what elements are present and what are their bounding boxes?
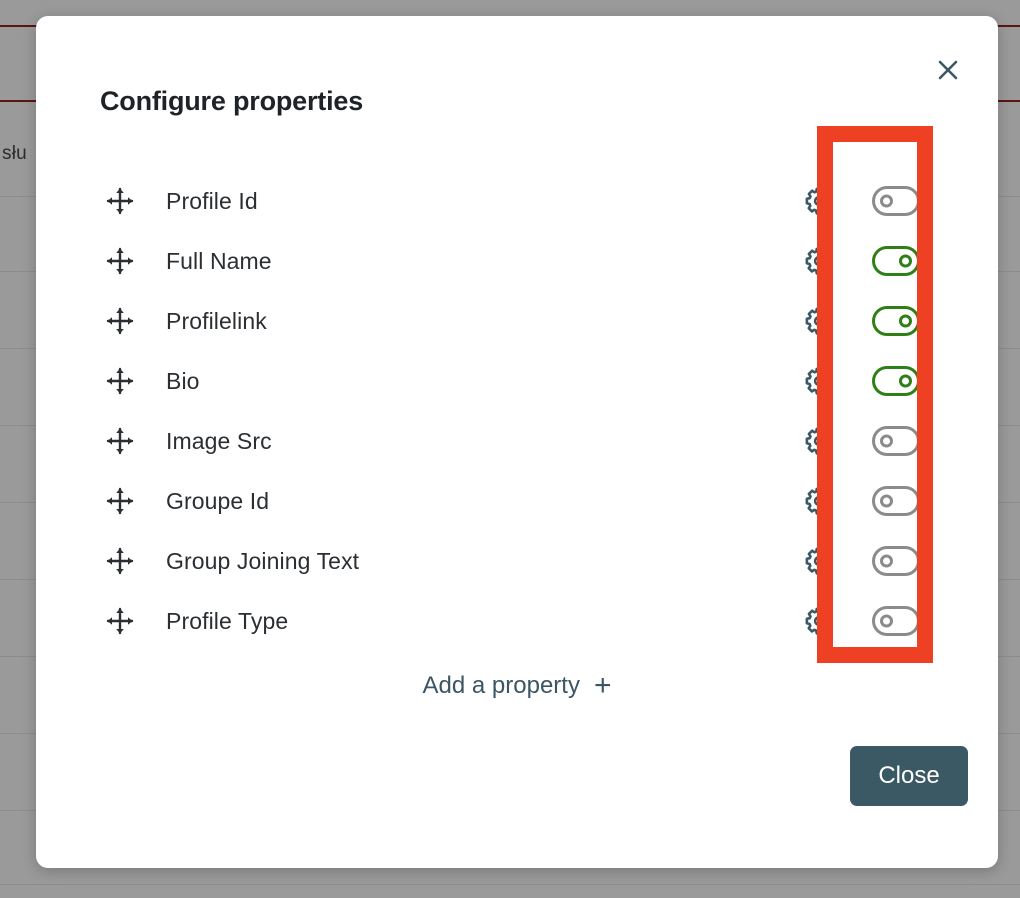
drag-handle-move-arrows-icon[interactable]: [100, 547, 140, 575]
property-list: Profile Id Full Name Profilelink Bio Image S…: [100, 171, 934, 651]
drag-handle-move-arrows-icon[interactable]: [100, 367, 140, 395]
property-label: Bio: [166, 367, 200, 394]
property-visibility-toggle[interactable]: [872, 186, 920, 216]
drag-handle-move-arrows-icon[interactable]: [100, 607, 140, 635]
drag-handle-move-arrows-icon[interactable]: [100, 487, 140, 515]
property-visibility-toggle[interactable]: [872, 246, 920, 276]
property-row: Profile Type: [100, 591, 934, 651]
close-button[interactable]: Close: [850, 746, 968, 806]
property-settings-gear-icon[interactable]: [800, 602, 838, 640]
configure-properties-dialog: Configure properties Profile Id Full Name…: [36, 16, 998, 868]
property-visibility-toggle[interactable]: [872, 546, 920, 576]
property-row: Group Joining Text: [100, 531, 934, 591]
property-row: Profile Id: [100, 171, 934, 231]
property-label: Groupe Id: [166, 487, 270, 514]
property-row: Profilelink: [100, 291, 934, 351]
close-x-button[interactable]: [928, 50, 968, 90]
property-label: Image Src: [166, 427, 272, 454]
toggle-knob: [880, 494, 893, 508]
property-visibility-toggle[interactable]: [872, 606, 920, 636]
dialog-title: Configure properties: [100, 86, 364, 116]
toggle-knob: [880, 614, 893, 628]
property-row: Bio: [100, 351, 934, 411]
property-visibility-toggle[interactable]: [872, 366, 920, 396]
screen: słu Configure properties Profile Id Full …: [0, 0, 1020, 898]
toggle-knob: [880, 554, 893, 568]
add-property-label: Add a property: [422, 672, 580, 699]
property-label: Full Name: [166, 247, 272, 274]
property-label: Profile Id: [166, 187, 258, 214]
background-row-divider: [0, 884, 1020, 885]
plus-icon: +: [593, 669, 612, 702]
property-settings-gear-icon[interactable]: [800, 542, 838, 580]
property-visibility-toggle[interactable]: [872, 426, 920, 456]
toggle-knob: [899, 254, 912, 268]
property-settings-gear-icon[interactable]: [800, 362, 838, 400]
property-visibility-toggle[interactable]: [872, 486, 920, 516]
property-visibility-toggle[interactable]: [872, 306, 920, 336]
drag-handle-move-arrows-icon[interactable]: [100, 247, 140, 275]
property-settings-gear-icon[interactable]: [800, 182, 838, 220]
property-settings-gear-icon[interactable]: [800, 302, 838, 340]
drag-handle-move-arrows-icon[interactable]: [100, 187, 140, 215]
drag-handle-move-arrows-icon[interactable]: [100, 427, 140, 455]
close-x-icon: [935, 57, 961, 83]
property-settings-gear-icon[interactable]: [800, 422, 838, 460]
add-property-button[interactable]: Add a property +: [36, 671, 998, 701]
toggle-knob: [899, 314, 912, 328]
background-cell-text: słu: [2, 143, 27, 164]
property-label: Profilelink: [166, 307, 267, 334]
property-settings-gear-icon[interactable]: [800, 242, 838, 280]
property-label: Group Joining Text: [166, 547, 360, 574]
property-row: Groupe Id: [100, 471, 934, 531]
toggle-knob: [880, 194, 893, 208]
property-settings-gear-icon[interactable]: [800, 482, 838, 520]
toggle-knob: [899, 374, 912, 388]
drag-handle-move-arrows-icon[interactable]: [100, 307, 140, 335]
property-row: Image Src: [100, 411, 934, 471]
property-row: Full Name: [100, 231, 934, 291]
toggle-knob: [880, 434, 893, 448]
property-label: Profile Type: [166, 607, 289, 634]
